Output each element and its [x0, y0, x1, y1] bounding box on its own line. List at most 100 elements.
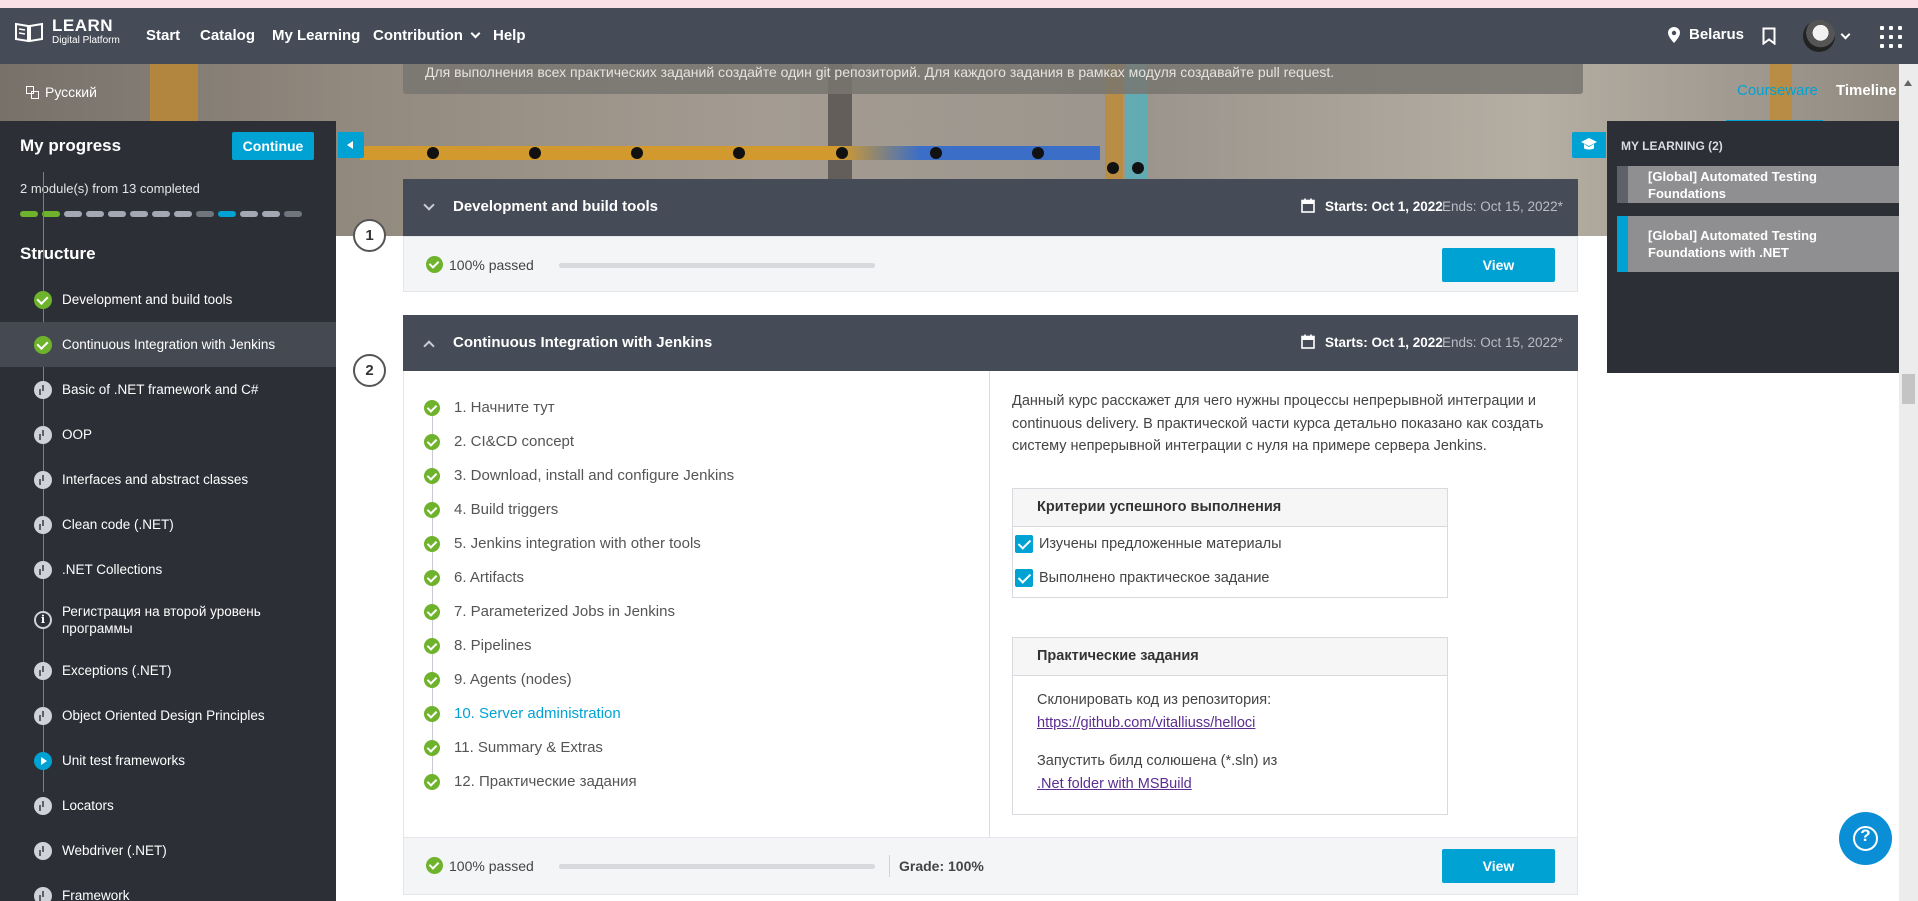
help-button[interactable]	[1839, 812, 1892, 865]
structure-item[interactable]: Clean code (.NET)	[0, 502, 336, 547]
lesson-link[interactable]: 2. CI&CD concept	[424, 425, 734, 459]
avatar[interactable]	[1803, 20, 1835, 52]
structure-item-label: Framework	[62, 888, 130, 901]
structure-item[interactable]: Continuous Integration with Jenkins	[0, 322, 336, 367]
lesson-link[interactable]: 9. Agents (nodes)	[424, 663, 734, 697]
module-passed-text: 100% passed	[449, 257, 534, 273]
course-notice-text: Для выполнения всех практических заданий…	[425, 64, 1335, 80]
nav-start[interactable]: Start	[146, 27, 180, 44]
lesson-label: 8. Pipelines	[454, 637, 532, 654]
module-end-date: Ends: Oct 15, 2022*	[1442, 199, 1563, 214]
structure-item[interactable]: Object Oriented Design Principles	[0, 693, 336, 738]
lesson-label: 1. Начните тут	[454, 399, 555, 416]
structure-item[interactable]: Development and build tools	[0, 277, 336, 322]
module-content: 1. Начните тут 2. CI&CD concept 3. Downl…	[403, 371, 1578, 837]
graduation-cap-icon	[1581, 138, 1597, 150]
banner-decoration	[631, 147, 643, 159]
language-selector[interactable]: Русский	[26, 84, 97, 100]
structure-item[interactable]: Basic of .NET framework and C#	[0, 367, 336, 412]
chevron-down-icon[interactable]	[1840, 29, 1851, 40]
nav-catalog[interactable]: Catalog	[200, 27, 255, 44]
module-step-number: 2	[353, 354, 386, 387]
tab-courseware[interactable]: Courseware	[1737, 82, 1818, 99]
bookmark-icon[interactable]	[1762, 27, 1776, 45]
logo[interactable]: LEARN Digital Platform	[14, 17, 120, 47]
chevron-down-icon[interactable]	[423, 199, 435, 211]
lesson-link[interactable]: 5. Jenkins integration with other tools	[424, 527, 734, 561]
structure-item[interactable]: Locators	[0, 783, 336, 828]
repository-link[interactable]: https://github.com/vitalliuss/helloci	[1037, 712, 1447, 735]
nav-contribution[interactable]: Contribution	[373, 27, 481, 44]
banner-decoration	[427, 147, 439, 159]
apps-grid-icon[interactable]	[1880, 26, 1902, 48]
nav-help[interactable]: Help	[493, 27, 526, 44]
structure-item[interactable]: Регистрация на второй уровень программы	[0, 592, 336, 648]
structure-item[interactable]: Framework	[0, 873, 336, 901]
banner-decoration	[1132, 162, 1144, 174]
continue-button[interactable]: Continue	[232, 132, 314, 160]
module-progress-bar	[559, 864, 875, 869]
lesson-link[interactable]: 6. Artifacts	[424, 561, 734, 595]
module-header[interactable]: Development and build tools Starts: Oct …	[403, 179, 1578, 236]
view-button[interactable]: View	[1442, 849, 1555, 883]
structure-item[interactable]: Unit test frameworks	[0, 738, 336, 783]
lesson-label: 3. Download, install and configure Jenki…	[454, 467, 735, 484]
my-learning-item-selected[interactable]: [Global] Automated Testing Foundations w…	[1617, 216, 1912, 272]
msbuild-link[interactable]: .Net folder with MSBuild	[1037, 773, 1447, 796]
criteria-box: Критерии успешного выполнения Изучены пр…	[1012, 488, 1448, 598]
modules-completed-text: 2 module(s) from 13 completed	[20, 181, 200, 196]
tab-timeline[interactable]: Timeline	[1836, 82, 1897, 99]
module-header[interactable]: Continuous Integration with Jenkins Star…	[403, 315, 1578, 372]
check-circle-icon	[424, 706, 440, 722]
clock-icon	[34, 661, 52, 680]
check-circle-icon	[426, 256, 443, 273]
structure-item[interactable]: OOP	[0, 412, 336, 457]
structure-item-label: Exceptions (.NET)	[62, 663, 172, 678]
module-end-date: Ends: Oct 15, 2022*	[1442, 335, 1563, 350]
language-icon	[26, 85, 39, 99]
content-divider	[989, 371, 990, 837]
task-text: Запустить билд солюшена (*.sln) из	[1037, 753, 1278, 769]
banner-decoration	[529, 147, 541, 159]
lesson-link[interactable]: 4. Build triggers	[424, 493, 734, 527]
lesson-link[interactable]: 12. Практические задания	[424, 765, 734, 799]
logo-subtitle: Digital Platform	[52, 35, 120, 46]
module-footer: 100% passed Grade: 100% View	[403, 837, 1578, 895]
structure-item-label: Clean code (.NET)	[62, 517, 174, 532]
lesson-link[interactable]: 3. Download, install and configure Jenki…	[424, 459, 734, 493]
lesson-link-current[interactable]: 10. Server administration	[424, 697, 734, 731]
check-circle-icon	[426, 857, 443, 874]
my-learning-toggle-button[interactable]	[1572, 132, 1606, 158]
view-button[interactable]: View	[1442, 248, 1555, 282]
my-learning-item[interactable]: [Global] Automated Testing Foundations	[1617, 166, 1912, 203]
structure-item-label: Locators	[62, 798, 114, 813]
checkbox-checked-icon	[1015, 569, 1033, 587]
my-learning-item-label: [Global] Automated Testing Foundations	[1648, 168, 1817, 201]
chevron-up-icon[interactable]	[423, 340, 435, 352]
structure-item-label: Basic of .NET framework and C#	[62, 382, 259, 397]
structure-item[interactable]: Interfaces and abstract classes	[0, 457, 336, 502]
lesson-link[interactable]: 11. Summary & Extras	[424, 731, 734, 765]
clock-icon	[34, 841, 52, 860]
lesson-link[interactable]: 1. Начните тут	[424, 391, 734, 425]
collapse-sidebar-button[interactable]	[338, 132, 364, 158]
region-selector[interactable]: Belarus	[1668, 26, 1744, 43]
lesson-link[interactable]: 8. Pipelines	[424, 629, 734, 663]
page-scrollbar[interactable]	[1899, 64, 1918, 901]
lesson-link[interactable]: 7. Parameterized Jobs in Jenkins	[424, 595, 734, 629]
scroll-thumb[interactable]	[1902, 374, 1915, 404]
checkbox-checked-icon	[1015, 535, 1033, 553]
structure-item[interactable]: .NET Collections	[0, 547, 336, 592]
nav-my-learning[interactable]: My Learning	[272, 27, 360, 44]
structure-item-label: Регистрация на второй уровень программы	[62, 604, 261, 636]
nav-contribution-label: Contribution	[373, 27, 463, 44]
structure-item[interactable]: Exceptions (.NET)	[0, 648, 336, 693]
lesson-list: 1. Начните тут 2. CI&CD concept 3. Downl…	[424, 391, 734, 799]
banner-decoration	[1107, 162, 1119, 174]
banner-decoration	[840, 146, 920, 160]
check-circle-icon	[424, 400, 440, 416]
chevron-down-icon	[470, 28, 481, 39]
structure-item[interactable]: Webdriver (.NET)	[0, 828, 336, 873]
lesson-label: 12. Практические задания	[454, 773, 637, 790]
scroll-up-icon[interactable]	[1904, 80, 1912, 86]
